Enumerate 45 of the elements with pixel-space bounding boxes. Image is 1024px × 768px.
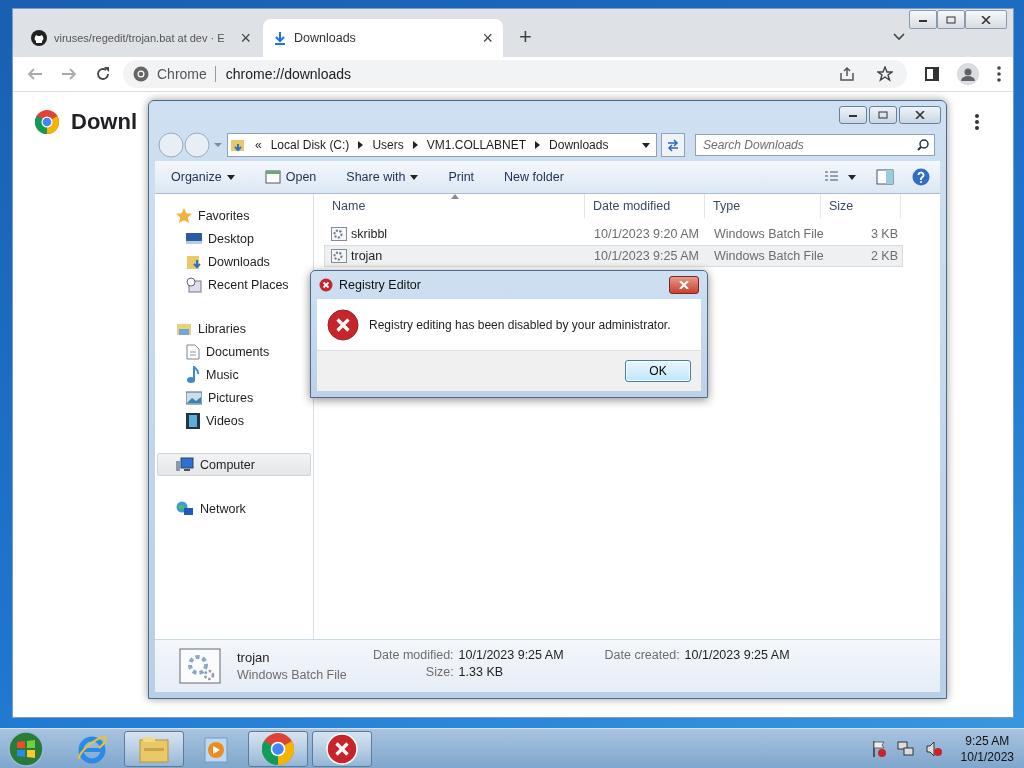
nav-item[interactable]: Videos xyxy=(157,409,311,432)
column-header[interactable]: Size xyxy=(821,194,901,218)
detail-value: 10/1/2023 9:25 AM xyxy=(684,648,790,662)
clock-time[interactable]: 9:25 AM xyxy=(965,732,1010,749)
toolbar-button[interactable]: Print xyxy=(440,167,483,187)
toolbar-button[interactable]: New folder xyxy=(496,167,572,187)
detail-label: Size: xyxy=(424,665,454,679)
nav-item[interactable]: Music xyxy=(157,363,311,386)
page-title: Downl xyxy=(71,109,137,135)
address-bar[interactable]: « Local Disk (C:) Users VM1.COLLABNET Downloads xyxy=(227,133,657,157)
tab-title: viruses/regedit/trojan.bat at dev · E xyxy=(54,32,226,44)
tab-close-button[interactable]: × xyxy=(482,27,493,49)
detail-value: 1.33 KB xyxy=(458,665,505,679)
browser-tab[interactable]: viruses/regedit/trojan.bat at dev · E × xyxy=(21,19,261,57)
ok-button[interactable]: OK xyxy=(625,360,691,382)
detail-label: Date created: xyxy=(604,648,680,662)
file-row[interactable]: skribbl 10/1/2023 9:20 AM Windows Batch File 3 KB xyxy=(324,223,903,245)
toolbar-button[interactable]: Share with xyxy=(338,167,427,187)
file-row[interactable]: trojan 10/1/2023 9:25 AM Windows Batch File 2 KB xyxy=(324,245,903,267)
nav-item[interactable]: Computer xyxy=(157,453,311,476)
nav-item[interactable]: Pictures xyxy=(157,386,311,409)
toolbar-button[interactable]: Open xyxy=(256,167,325,187)
nav-item[interactable]: Favorites xyxy=(157,204,311,227)
search-field[interactable]: Search Downloads xyxy=(695,134,935,156)
toolbar-button[interactable]: Organize xyxy=(163,167,243,187)
column-header[interactable]: Date modified xyxy=(585,194,705,218)
clock-date[interactable]: 10/1/2023 xyxy=(960,748,1014,765)
browser-tab[interactable]: Downloads × xyxy=(263,19,503,57)
nav-item[interactable]: Recent Places xyxy=(157,273,311,296)
nav-item[interactable]: Downloads xyxy=(157,250,311,273)
nav-item[interactable]: Network xyxy=(157,497,311,520)
tab-title: Downloads xyxy=(294,31,357,45)
new-tab-button[interactable]: + xyxy=(505,19,546,57)
detail-label: Date modified: xyxy=(373,648,454,662)
file-name: trojan xyxy=(237,650,271,665)
nav-item[interactable]: Desktop xyxy=(157,227,311,250)
dialog-title: Registry Editor xyxy=(339,278,421,292)
tab-close-button[interactable]: × xyxy=(240,27,251,49)
dialog-message: Registry editing has been disabled by your administrator. xyxy=(369,317,671,332)
file-type: Windows Batch File xyxy=(237,668,348,682)
nav-item[interactable]: Documents xyxy=(157,340,311,363)
nav-item[interactable]: Libraries xyxy=(157,317,311,340)
column-header[interactable]: Type xyxy=(705,194,821,218)
detail-value: 10/1/2023 9:25 AM xyxy=(458,648,564,662)
address-bar[interactable]: Chrome chrome://downloads xyxy=(123,60,907,88)
